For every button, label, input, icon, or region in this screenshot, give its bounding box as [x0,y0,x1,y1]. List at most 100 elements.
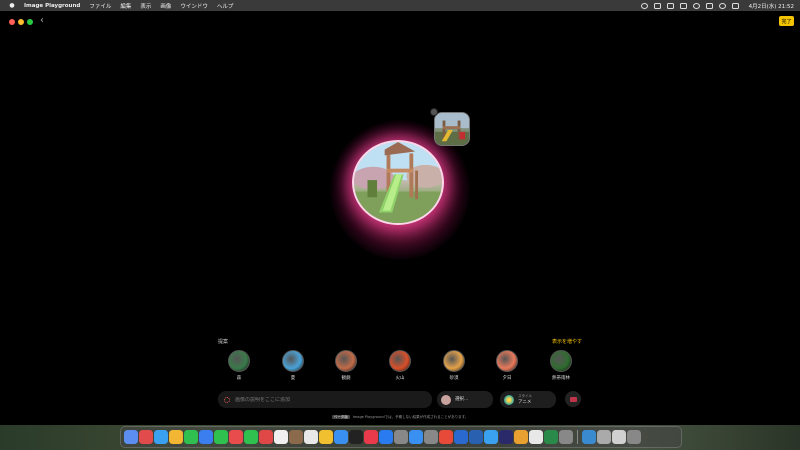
dock [120,426,682,448]
suggestion-desert[interactable]: 砂漠 [441,350,467,381]
control-center-icon[interactable] [731,2,739,9]
style-select-button[interactable]: スタイル アニメ [500,391,556,408]
suggestion-forest-icon [228,350,250,372]
prompt-bar [218,391,432,408]
menu-image[interactable]: 画像 [160,2,171,10]
dock-app-icon[interactable] [364,430,378,444]
previous-image-thumbnail[interactable] [434,112,470,146]
suggestion-label: 熱帯雨林 [552,376,570,381]
suggestion-sunset[interactable]: 夕日 [494,350,520,381]
suggestions-title: 提案 [218,339,229,345]
dock-app-icon[interactable] [199,430,213,444]
window-controls [9,19,33,25]
person-select-button[interactable]: 選択... [437,391,493,408]
apple-menu-icon[interactable]: ● [8,2,16,9]
battery-icon[interactable] [705,2,713,9]
dock-app-icon[interactable] [139,430,153,444]
style-pill-label: アニメ [518,399,532,405]
dock-app-icon[interactable] [469,430,483,444]
translate-icon[interactable] [679,2,687,9]
suggestion-theater[interactable]: 観劇 [333,350,359,381]
suggestion-label: 砂漠 [449,376,459,381]
dock-app-icon[interactable] [454,430,468,444]
suggestion-summer-icon [282,350,304,372]
thumbnail-remove-icon[interactable] [430,108,438,116]
font-icon[interactable] [666,2,674,9]
beta-disclaimer-text: Image Playgroundでは、予期しない結果が作成されることがあります。 [352,415,469,419]
dock-app-icon[interactable] [184,430,198,444]
dock-app-icon[interactable] [274,430,288,444]
dock-app-icon[interactable] [334,430,348,444]
menu-view[interactable]: 表示 [140,2,151,10]
playground-image [354,142,442,223]
dock-app-icon[interactable] [484,430,498,444]
suggestion-sunset-icon [496,350,518,372]
dock-app-icon[interactable] [379,430,393,444]
beta-tag: ベータ版 [331,415,350,419]
dock-app-icon[interactable] [124,430,138,444]
cloud-icon[interactable] [640,2,648,9]
dock-app-icon[interactable] [529,430,543,444]
time-machine-icon[interactable] [692,2,700,9]
dock-app-icon[interactable] [244,430,258,444]
suggestion-label: 森 [236,376,242,381]
dock-app-icon[interactable] [424,430,438,444]
dock-app-icon[interactable] [349,430,363,444]
show-more-button[interactable]: 表示を増やす [552,338,582,345]
add-image-button[interactable] [565,391,581,407]
dock-app-icon[interactable] [627,430,641,444]
suggestion-volcano[interactable]: 火山 [387,350,413,381]
suggestion-rainforest-icon [550,350,572,372]
dock-app-icon[interactable] [214,430,228,444]
style-pill-text: スタイル アニメ [518,394,532,405]
menu-edit[interactable]: 編集 [120,2,131,10]
thumbnail-image [435,113,469,145]
suggestions-row: 森 夏 観劇 火山 砂漠 夕日 熱帯雨林 [226,350,586,384]
close-window-button[interactable] [9,19,15,25]
dock-app-icon[interactable] [499,430,513,444]
dock-app-icon[interactable] [289,430,303,444]
beta-disclaimer: ベータ版 Image Playgroundでは、予期しない結果が作成されることが… [0,415,800,420]
dock-separator [577,430,578,444]
creative-cloud-icon[interactable] [653,2,661,9]
menu-window[interactable]: ウインドウ [180,2,208,10]
suggestion-summer[interactable]: 夏 [280,350,306,381]
menu-file[interactable]: ファイル [89,2,111,10]
fullscreen-window-button[interactable] [27,19,33,25]
generated-image-bubble[interactable] [352,140,444,225]
menu-help[interactable]: ヘルプ [217,2,234,10]
dock-app-icon[interactable] [169,430,183,444]
prompt-input[interactable] [235,396,415,403]
dock-app-icon[interactable] [304,430,318,444]
person-avatar-icon [441,394,451,405]
dock-app-icon[interactable] [154,430,168,444]
dock-app-icon[interactable] [612,430,626,444]
back-chevron-icon[interactable]: ‹ [40,15,44,26]
dock-app-icon[interactable] [439,430,453,444]
dock-app-icon[interactable] [597,430,611,444]
done-button[interactable]: 完了 [779,16,794,26]
dock-app-icon[interactable] [394,430,408,444]
dock-app-icon[interactable] [582,430,596,444]
dock-app-icon[interactable] [559,430,573,444]
dock-app-icon[interactable] [514,430,528,444]
menu-clock[interactable]: 4月2日(水) 21:52 [749,2,794,10]
wifi-icon[interactable] [718,2,726,9]
suggestion-label: 観劇 [341,376,351,381]
suggestion-label: 夕日 [502,376,512,381]
suggestion-rainforest[interactable]: 熱帯雨林 [548,350,574,381]
minimize-window-button[interactable] [18,19,24,25]
dock-app-icon[interactable] [544,430,558,444]
person-pill-label: 選択... [455,396,469,402]
dock-app-icon[interactable] [259,430,273,444]
suggestion-forest[interactable]: 森 [226,350,252,381]
dock-app-icon[interactable] [409,430,423,444]
photo-icon [569,396,577,402]
suggestion-label: 夏 [290,376,296,381]
dock-app-icon[interactable] [229,430,243,444]
dock-app-icon[interactable] [319,430,333,444]
person-pill-text: 選択... [455,397,468,403]
menu-app-name[interactable]: Image Playground [24,3,80,9]
status-area: 4月2日(水) 21:52 [640,0,794,11]
style-avatar-icon [504,394,514,405]
